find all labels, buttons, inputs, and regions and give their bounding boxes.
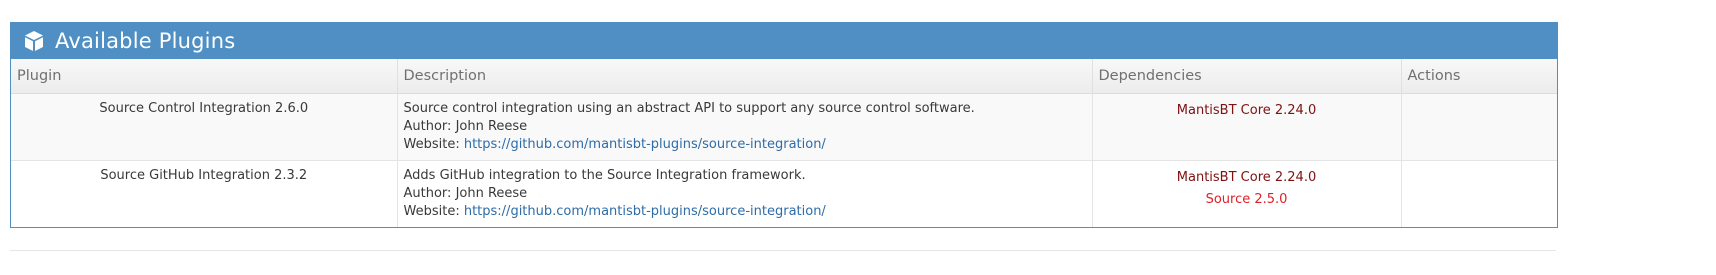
widget-title: Available Plugins (55, 29, 236, 53)
column-header-dependencies[interactable]: Dependencies (1092, 59, 1402, 94)
plugin-dependencies: MantisBT Core 2.24.0 Source 2.5.0 (1092, 160, 1402, 227)
table-row: Source Control Integration 2.6.0 Source … (11, 93, 1557, 161)
table-row: Source GitHub Integration 2.3.2 Adds Git… (11, 160, 1557, 227)
website-link[interactable]: https://github.com/mantisbt-plugins/sour… (464, 204, 826, 219)
column-header-actions[interactable]: Actions (1401, 59, 1557, 94)
website-prefix: Website: (403, 136, 460, 152)
website-prefix: Website: (403, 203, 460, 219)
column-header-description[interactable]: Description (397, 59, 1093, 94)
section-divider (10, 250, 1556, 251)
author-prefix: Author: (403, 118, 452, 134)
dependency-item: MantisBT Core 2.24.0 (1176, 102, 1317, 118)
available-plugins-widget: Available Plugins Plugin Description Dep… (10, 22, 1558, 228)
plugin-name: Source Control Integration 2.6.0 (11, 93, 398, 161)
plugin-author-line: Author: John Reese (404, 118, 1086, 136)
plugin-description-cell: Source control integration using an abst… (397, 93, 1093, 161)
column-header-plugin[interactable]: Plugin (11, 59, 398, 94)
dependency-item: MantisBT Core 2.24.0 (1176, 169, 1317, 185)
plugin-author-line: Author: John Reese (404, 185, 1086, 203)
website-link[interactable]: https://github.com/mantisbt-plugins/sour… (464, 137, 826, 152)
widget-header: Available Plugins (11, 23, 1557, 59)
author-prefix: Author: (403, 185, 452, 201)
table-header-row: Plugin Description Dependencies Actions (11, 59, 1557, 94)
dependency-item-warning: Source 2.5.0 (1205, 191, 1288, 207)
plugin-actions (1401, 93, 1557, 161)
plugin-description: Source control integration using an abst… (403, 100, 975, 116)
plugin-name: Source GitHub Integration 2.3.2 (11, 160, 398, 227)
author-name: John Reese (455, 118, 528, 134)
plugin-website-line: Website: https://github.com/mantisbt-plu… (404, 203, 1086, 221)
plugin-actions (1401, 160, 1557, 227)
plugin-description: Adds GitHub integration to the Source In… (403, 167, 806, 183)
plugin-website-line: Website: https://github.com/mantisbt-plu… (404, 136, 1086, 154)
plugin-description-cell: Adds GitHub integration to the Source In… (397, 160, 1093, 227)
plugins-table: Plugin Description Dependencies Actions … (11, 59, 1557, 227)
author-name: John Reese (455, 185, 528, 201)
plugin-dependencies: MantisBT Core 2.24.0 (1092, 93, 1402, 161)
cube-icon (23, 30, 45, 52)
